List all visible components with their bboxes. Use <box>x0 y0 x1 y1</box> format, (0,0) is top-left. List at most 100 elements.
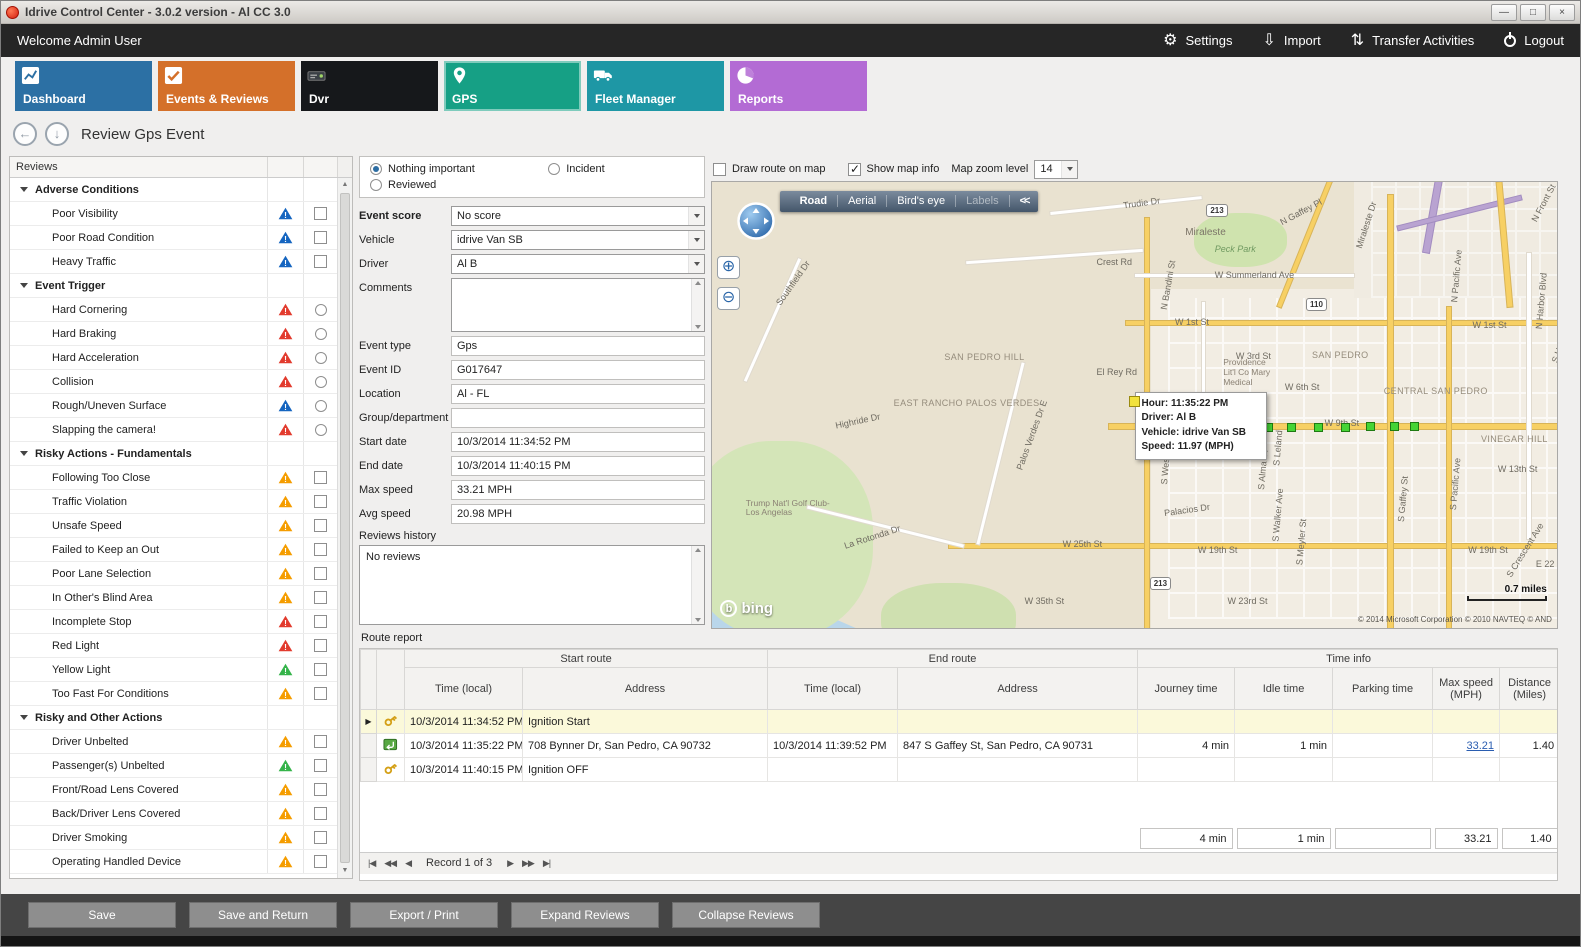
review-group-event-trigger[interactable]: Event Trigger <box>10 274 337 298</box>
review-checkbox-front-road-lens-covered[interactable] <box>314 783 327 796</box>
back-button[interactable]: ← <box>13 122 37 146</box>
pager-prev-page-button[interactable]: ◀◀ <box>384 858 396 869</box>
review-item-in-other-s-blind-area[interactable]: In Other's Blind Area! <box>10 586 337 610</box>
textarea-comments[interactable] <box>451 278 705 332</box>
scroll-thumb[interactable] <box>340 193 350 863</box>
map-zoom-in-icon[interactable]: ⊕ <box>717 256 740 279</box>
tab-dashboard[interactable]: Dashboard <box>15 61 152 111</box>
review-group-adverse-conditions[interactable]: Adverse Conditions <box>10 178 337 202</box>
save-button[interactable]: Save <box>28 902 176 928</box>
select-driver[interactable]: Al B <box>451 254 705 274</box>
column-header-time-local[interactable]: Time (local) <box>768 668 898 710</box>
draw-route-checkbox[interactable] <box>713 163 726 176</box>
menubar-settings[interactable]: ⚙Settings <box>1163 33 1232 49</box>
review-radio-collision[interactable] <box>315 376 327 388</box>
route-start-marker[interactable] <box>1129 396 1140 407</box>
review-item-front-road-lens-covered[interactable]: Front/Road Lens Covered! <box>10 778 337 802</box>
radio-incident[interactable] <box>548 163 560 175</box>
review-radio-hard-braking[interactable] <box>315 328 327 340</box>
review-item-hard-braking[interactable]: Hard Braking! <box>10 322 337 346</box>
review-item-collision[interactable]: Collision! <box>10 370 337 394</box>
map-tab-aerial[interactable]: Aerial <box>838 195 886 207</box>
scroll-down-icon[interactable]: ▼ <box>338 864 352 878</box>
field-location[interactable]: Al - FL <box>451 384 705 404</box>
save-and-return-button[interactable]: Save and Return <box>189 902 337 928</box>
menubar-logout[interactable]: Logout <box>1504 33 1564 49</box>
field-group-department[interactable] <box>451 408 705 428</box>
minimize-button[interactable]: — <box>1491 4 1517 21</box>
map-tab-bird-s-eye[interactable]: Bird's eye <box>887 195 955 207</box>
pager-last-button[interactable]: ▶| <box>543 858 550 869</box>
review-item-back-driver-lens-covered[interactable]: Back/Driver Lens Covered! <box>10 802 337 826</box>
reviews-scrollbar[interactable]: ▲ ▼ <box>337 178 352 878</box>
route-point-marker[interactable] <box>1366 422 1375 431</box>
review-item-yellow-light[interactable]: Yellow Light! <box>10 658 337 682</box>
show-map-info-checkbox[interactable] <box>848 163 861 176</box>
review-item-poor-lane-selection[interactable]: Poor Lane Selection! <box>10 562 337 586</box>
review-item-traffic-violation[interactable]: Traffic Violation! <box>10 490 337 514</box>
map-tab-road[interactable]: Road <box>790 195 838 207</box>
route-point-marker[interactable] <box>1390 422 1399 431</box>
tab-reports[interactable]: Reports <box>730 61 867 111</box>
review-checkbox-following-too-close[interactable] <box>314 471 327 484</box>
review-checkbox-poor-visibility[interactable] <box>314 207 327 220</box>
review-checkbox-unsafe-speed[interactable] <box>314 519 327 532</box>
review-item-failed-to-keep-an-out[interactable]: Failed to Keep an Out! <box>10 538 337 562</box>
review-item-poor-road-condition[interactable]: Poor Road Condition! <box>10 226 337 250</box>
map-zoom-out-icon[interactable]: ⊖ <box>717 287 740 310</box>
select-vehicle[interactable]: idrive Van SB <box>451 230 705 250</box>
map-compass-icon[interactable] <box>736 201 776 246</box>
review-radio-hard-cornering[interactable] <box>315 304 327 316</box>
review-radio-hard-acceleration[interactable] <box>315 352 327 364</box>
pager-first-button[interactable]: |◀ <box>368 858 375 869</box>
field-event-id[interactable]: G017647 <box>451 360 705 380</box>
column-header-journey-time[interactable]: Journey time <box>1138 668 1235 710</box>
expander-icon[interactable] <box>20 451 28 456</box>
route-point-marker[interactable] <box>1410 422 1419 431</box>
route-point-marker[interactable] <box>1287 423 1296 432</box>
route-row[interactable]: ▶10/3/2014 11:34:52 PMIgnition Start <box>361 710 1559 734</box>
review-checkbox-failed-to-keep-an-out[interactable] <box>314 543 327 556</box>
field-avg-speed[interactable]: 20.98 MPH <box>451 504 705 524</box>
scrollbar[interactable] <box>691 279 704 331</box>
down-button[interactable]: ↓ <box>45 122 69 146</box>
review-item-operating-handled-device[interactable]: Operating Handled Device! <box>10 850 337 874</box>
review-checkbox-in-other-s-blind-area[interactable] <box>314 591 327 604</box>
scrollbar[interactable] <box>691 546 704 624</box>
review-item-slapping-the-camera[interactable]: Slapping the camera!! <box>10 418 337 442</box>
review-group-risky-actions-fundamentals[interactable]: Risky Actions - Fundamentals <box>10 442 337 466</box>
review-item-passenger-s-unbelted[interactable]: Passenger(s) Unbelted! <box>10 754 337 778</box>
column-header-address[interactable]: Address <box>523 668 768 710</box>
route-point-marker[interactable] <box>1314 423 1323 432</box>
route-point-marker[interactable] <box>1341 423 1350 432</box>
reviews-history-box[interactable]: No reviews <box>359 545 705 625</box>
column-header-max-speed-mph[interactable]: Max speed (MPH) <box>1433 668 1500 710</box>
review-checkbox-heavy-traffic[interactable] <box>314 255 327 268</box>
review-checkbox-traffic-violation[interactable] <box>314 495 327 508</box>
field-max-speed[interactable]: 33.21 MPH <box>451 480 705 500</box>
expander-icon[interactable] <box>20 715 28 720</box>
review-radio-slapping-the-camera[interactable] <box>315 424 327 436</box>
review-item-red-light[interactable]: Red Light! <box>10 634 337 658</box>
review-item-driver-smoking[interactable]: Driver Smoking! <box>10 826 337 850</box>
tab-gps[interactable]: GPS <box>444 61 581 111</box>
review-checkbox-poor-lane-selection[interactable] <box>314 567 327 580</box>
max-speed-link[interactable]: 33.21 <box>1467 740 1495 752</box>
review-group-risky-and-other-actions[interactable]: Risky and Other Actions <box>10 706 337 730</box>
map-nav-collapse-icon[interactable]: << <box>1020 195 1029 207</box>
scroll-up-icon[interactable]: ▲ <box>338 178 352 192</box>
review-checkbox-poor-road-condition[interactable] <box>314 231 327 244</box>
tab-events-reviews[interactable]: Events & Reviews <box>158 61 295 111</box>
maximize-button[interactable]: □ <box>1520 4 1546 21</box>
review-item-rough-uneven-surface[interactable]: Rough/Uneven Surface! <box>10 394 337 418</box>
map-zoom-select[interactable]: 14 <box>1034 160 1078 179</box>
radio-nothing-important[interactable] <box>370 163 382 175</box>
pager-next-page-button[interactable]: ▶▶ <box>522 858 534 869</box>
review-item-incomplete-stop[interactable]: Incomplete Stop! <box>10 610 337 634</box>
column-header-time-local[interactable]: Time (local) <box>405 668 523 710</box>
expand-reviews-button[interactable]: Expand Reviews <box>511 902 659 928</box>
review-checkbox-passenger-s-unbelted[interactable] <box>314 759 327 772</box>
review-checkbox-driver-unbelted[interactable] <box>314 735 327 748</box>
tab-fleet-manager[interactable]: Fleet Manager <box>587 61 724 111</box>
review-item-unsafe-speed[interactable]: Unsafe Speed! <box>10 514 337 538</box>
